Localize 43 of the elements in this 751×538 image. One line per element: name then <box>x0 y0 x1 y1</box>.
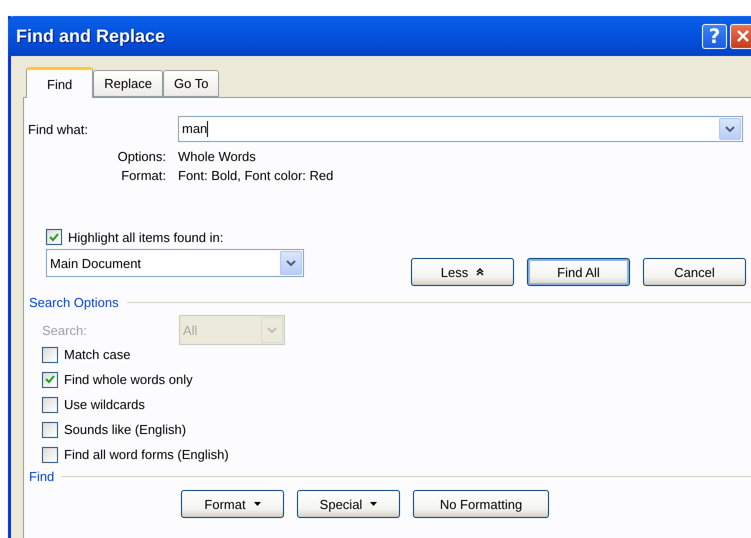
checkbox[interactable] <box>46 229 62 245</box>
section-heading: Find <box>29 469 54 484</box>
dialog-button[interactable]: Cancel <box>643 258 746 286</box>
chevron-down-icon <box>286 260 296 266</box>
chevron-down-icon <box>267 326 277 334</box>
checkbox[interactable] <box>42 446 58 462</box>
checkmark-icon <box>49 232 59 242</box>
tab[interactable]: Replace <box>93 70 163 97</box>
dialog-button[interactable]: Less <box>411 258 514 286</box>
checkbox-label: Find all word forms (English) <box>64 447 229 462</box>
find-what-field[interactable]: man <box>178 116 743 142</box>
dialog-button[interactable]: No Formatting <box>413 490 549 518</box>
criteria-label: Format: <box>120 168 167 183</box>
help-button[interactable]: ? <box>702 24 727 48</box>
window-title: Find and Replace <box>16 26 166 46</box>
checkbox[interactable] <box>42 372 58 388</box>
field-label: Search: <box>42 322 88 338</box>
close-button[interactable] <box>730 24 751 48</box>
caret-down-icon <box>370 502 378 506</box>
checkbox-label: Use wildcards <box>64 397 145 412</box>
close-icon <box>736 29 750 43</box>
caret-down-icon <box>254 502 261 506</box>
field-label: Find what: <box>28 122 89 136</box>
checkmark-icon <box>45 375 55 384</box>
checkbox-label: Highlight all items found in: <box>68 230 224 244</box>
section-heading: Search Options <box>29 295 119 310</box>
tab[interactable]: Go To <box>163 70 220 97</box>
dialog-button[interactable]: Find All <box>527 258 630 286</box>
criteria-label: Options: <box>116 149 167 164</box>
double-up-arrow-icon <box>476 268 484 276</box>
tab[interactable]: Find <box>26 67 94 98</box>
checkbox-label: Match case <box>64 347 130 362</box>
dialog-button[interactable]: Special <box>297 490 400 518</box>
scope-dropdown[interactable]: Main Document <box>46 249 304 277</box>
checkbox[interactable] <box>42 346 58 362</box>
dialog-button[interactable]: Format <box>181 490 284 518</box>
checkbox-label: Sounds like (English) <box>64 422 186 437</box>
checkbox[interactable] <box>42 422 58 438</box>
checkbox-label: Find whole words only <box>64 372 193 387</box>
checkbox[interactable] <box>42 396 58 412</box>
criteria-value: Whole Words <box>178 149 256 164</box>
chevron-down-icon <box>725 126 735 132</box>
criteria-value: Font: Bold, Font color: Red <box>178 168 334 183</box>
